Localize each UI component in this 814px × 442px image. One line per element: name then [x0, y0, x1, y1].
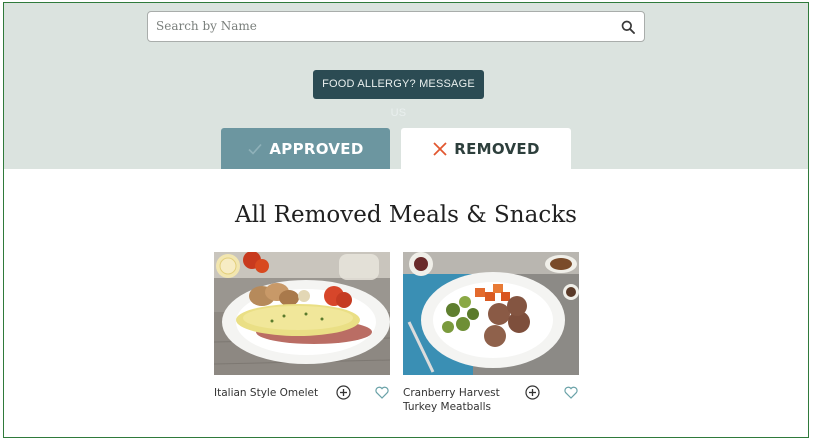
meal-name[interactable]: Italian Style Omelet — [214, 386, 326, 400]
plus-circle-icon[interactable] — [336, 385, 351, 400]
heart-icon[interactable] — [564, 386, 578, 399]
search-icon[interactable] — [621, 20, 635, 34]
meal-name[interactable]: Cranberry Harvest Turkey Meatballs — [403, 386, 515, 414]
tab-approved-label: APPROVED — [269, 139, 364, 158]
tab-approved[interactable]: APPROVED — [221, 128, 390, 169]
search-placeholder: Search by Name — [156, 19, 257, 33]
meal-photo-meatballs[interactable] — [403, 252, 579, 375]
tab-removed[interactable]: REMOVED — [401, 128, 571, 169]
section-title: All Removed Meals & Snacks — [235, 202, 577, 228]
heart-icon[interactable] — [375, 386, 389, 399]
close-icon — [433, 141, 447, 156]
meal-card[interactable]: Italian Style Omelet — [214, 252, 390, 400]
meal-photo-omelet[interactable] — [214, 252, 390, 375]
plus-circle-icon[interactable] — [525, 385, 540, 400]
tab-removed-label: REMOVED — [454, 139, 540, 158]
meal-card[interactable]: Cranberry Harvest Turkey Meatballs — [403, 252, 579, 413]
food-allergy-message-button[interactable]: FOOD ALLERGY? MESSAGE US — [313, 70, 484, 119]
check-icon — [248, 143, 262, 155]
page-frame: Search by Name FOOD ALLERGY? MESSAGE US … — [3, 2, 809, 438]
search-input[interactable]: Search by Name — [147, 11, 645, 42]
